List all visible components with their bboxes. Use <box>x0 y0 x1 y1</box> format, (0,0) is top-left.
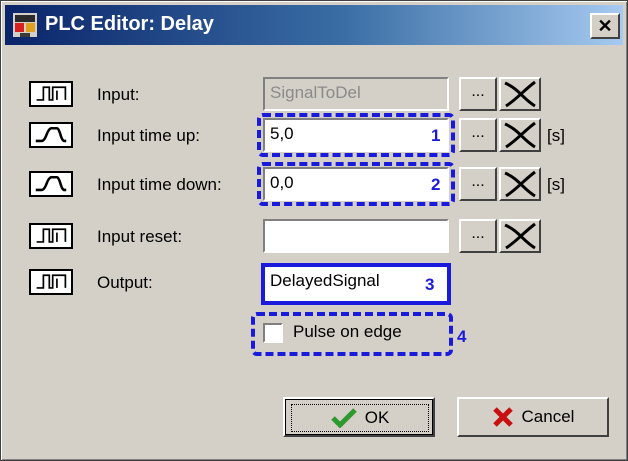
annotation-number-1: 1 <box>431 126 441 145</box>
input-browse-button[interactable]: ... <box>459 77 497 111</box>
checkmark-icon <box>330 408 357 428</box>
annotation-number-3: 3 <box>425 275 435 294</box>
plc-editor-dialog: PLC Editor: Delay ✕ Input: SignalToDel .… <box>0 0 628 461</box>
analog-signal-icon <box>29 171 73 197</box>
input-time-up-clear-button[interactable] <box>499 118 541 152</box>
clear-icon <box>504 170 536 198</box>
analog-signal-icon <box>29 122 73 148</box>
input-label: Input: <box>97 85 140 104</box>
plc-app-icon <box>13 13 37 37</box>
annotation-highlight-4 <box>251 312 453 356</box>
window-title: PLC Editor: Delay <box>45 13 214 35</box>
annotation-number-2: 2 <box>431 175 441 194</box>
digital-signal-icon <box>29 269 73 295</box>
output-label: Output: <box>97 273 153 292</box>
annotation-number-4: 4 <box>457 327 467 346</box>
annotation-highlight-1 <box>257 113 455 157</box>
annotation-highlight-3 <box>261 263 451 305</box>
digital-signal-icon <box>29 223 73 249</box>
clear-icon <box>504 80 536 108</box>
input-time-down-browse-button[interactable]: ... <box>459 167 497 201</box>
clear-icon <box>504 222 536 250</box>
input-time-up-browse-button[interactable]: ... <box>459 118 497 152</box>
digital-signal-icon <box>29 81 73 107</box>
input-time-down-label: Input time down: <box>97 175 222 194</box>
cancel-button[interactable]: Cancel <box>457 397 609 437</box>
annotation-highlight-2 <box>257 162 455 206</box>
input-reset-label: Input reset: <box>97 227 183 246</box>
time-down-unit-label: [s] <box>547 175 565 194</box>
time-up-unit-label: [s] <box>547 126 565 145</box>
input-clear-button[interactable] <box>499 77 541 111</box>
cancel-button-label: Cancel <box>521 407 575 426</box>
title-bar: PLC Editor: Delay ✕ <box>5 5 623 45</box>
ok-button[interactable]: OK <box>283 397 435 437</box>
input-time-up-label: Input time up: <box>97 126 201 145</box>
cancel-x-icon <box>492 407 513 427</box>
ok-button-label: OK <box>364 408 390 427</box>
clear-icon <box>504 121 536 149</box>
close-button[interactable]: ✕ <box>590 13 620 39</box>
input-field[interactable]: SignalToDel <box>263 77 449 111</box>
input-reset-field[interactable] <box>263 219 449 253</box>
close-icon: ✕ <box>597 16 613 36</box>
input-reset-clear-button[interactable] <box>499 219 541 253</box>
input-reset-browse-button[interactable]: ... <box>459 219 497 253</box>
input-time-down-clear-button[interactable] <box>499 167 541 201</box>
